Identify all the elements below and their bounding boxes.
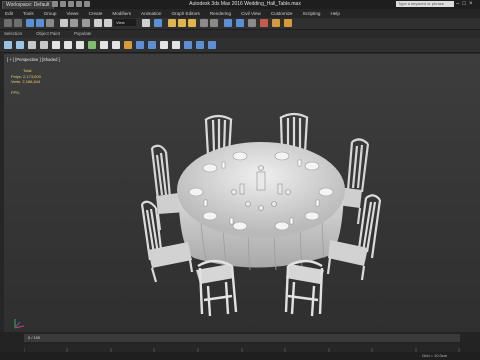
window-title: Autodesk 3ds Max 2016 Wedding_Hall_Table… [189, 1, 301, 7]
quick-access-toolbar [52, 1, 90, 8]
menu-create[interactable]: Create [84, 9, 108, 18]
menu-tools[interactable]: Tools [18, 9, 39, 18]
display-icon[interactable] [196, 41, 204, 49]
menu-bar: Edit Tools Group Views Create Modifiers … [0, 9, 480, 18]
material-editor-icon[interactable] [260, 19, 268, 27]
search-input[interactable]: Type a keyword or phrase [396, 1, 454, 7]
camera-icon[interactable] [112, 41, 120, 49]
new-file-icon[interactable] [52, 1, 58, 7]
menu-modifiers[interactable]: Modifiers [107, 9, 136, 18]
stats-polys-label: Polys: [11, 73, 22, 79]
angle-snap-icon[interactable] [178, 19, 186, 27]
ribbon-tabs: Selection Object Paint Populate [0, 30, 480, 38]
rotate-icon[interactable] [104, 19, 112, 27]
open-file-icon[interactable] [60, 1, 66, 7]
render-icon[interactable] [284, 19, 292, 27]
bind-spacewarp-icon[interactable] [46, 19, 54, 27]
viewport-label[interactable]: [ + ] [Perspective ] [Shaded ] [7, 57, 60, 62]
menu-views[interactable]: Views [61, 9, 83, 18]
sphere-icon[interactable] [52, 41, 60, 49]
select-by-name-icon[interactable] [70, 19, 78, 27]
curve-editor-icon[interactable] [236, 19, 244, 27]
undo-icon[interactable] [4, 19, 12, 27]
menu-help[interactable]: Help [325, 9, 344, 18]
link-icon[interactable] [26, 19, 34, 27]
selection-tool-icon[interactable] [28, 41, 36, 49]
menu-customize[interactable]: Customize [266, 9, 298, 18]
hierarchy-icon[interactable] [172, 41, 180, 49]
freeform-icon[interactable] [16, 41, 24, 49]
menu-edit[interactable]: Edit [0, 9, 18, 18]
align-icon[interactable] [210, 19, 218, 27]
systems-icon[interactable] [148, 41, 156, 49]
spacewarp-icon[interactable] [136, 41, 144, 49]
redo-icon[interactable] [14, 19, 22, 27]
select-region-icon[interactable] [82, 19, 90, 27]
table-model[interactable] [130, 100, 390, 330]
snap-icon[interactable] [168, 19, 176, 27]
axis-gizmo-icon [14, 319, 25, 329]
motion-icon[interactable] [184, 41, 192, 49]
schematic-icon[interactable] [248, 19, 256, 27]
secondary-toolbar [0, 38, 480, 53]
tab-object-paint[interactable]: Object Paint [36, 30, 60, 38]
main-toolbar: View [0, 18, 480, 30]
light-icon[interactable] [100, 41, 108, 49]
render-setup-icon[interactable] [272, 19, 280, 27]
percent-snap-icon[interactable] [188, 19, 196, 27]
view-dropdown[interactable]: View [114, 19, 136, 26]
track-bar[interactable] [24, 344, 460, 352]
box-icon[interactable] [64, 41, 72, 49]
close-icon[interactable]: × [469, 0, 473, 8]
stats-verts-row: Verts: 2,186,844 [11, 79, 41, 85]
helper-icon[interactable] [124, 41, 132, 49]
menu-graph-editors[interactable]: Graph Editors [166, 9, 204, 18]
pivot-icon[interactable] [154, 19, 162, 27]
modify-icon[interactable] [160, 41, 168, 49]
tab-selection[interactable]: Selection [4, 30, 22, 38]
status-bar [0, 352, 480, 360]
redo-icon[interactable] [84, 1, 90, 7]
chair-front-right[interactable] [284, 259, 324, 317]
menu-group[interactable]: Group [39, 9, 62, 18]
stats-polys-value: 2,173,000 [23, 73, 41, 79]
frame-counter: 0 / 100 [28, 335, 41, 340]
window-controls: – □ × [456, 0, 472, 8]
unlink-icon[interactable] [36, 19, 44, 27]
undo-icon[interactable] [76, 1, 82, 7]
layer-icon[interactable] [224, 19, 232, 27]
menu-scripting[interactable]: Scripting [298, 9, 326, 18]
menu-animation[interactable]: Animation [136, 9, 166, 18]
chair-front-left[interactable] [196, 259, 238, 317]
tab-populate[interactable]: Populate [74, 30, 91, 38]
teapot-icon[interactable] [88, 41, 96, 49]
graphite-tool-icon[interactable] [4, 41, 12, 49]
stats-fps-label: FPS: [11, 89, 20, 95]
grid-size-readout: Grid = 10.0cm [422, 353, 448, 358]
scale-icon[interactable] [142, 19, 150, 27]
menu-rendering[interactable]: Rendering [205, 9, 236, 18]
move-icon[interactable] [94, 19, 102, 27]
minimize-icon[interactable]: – [456, 0, 459, 8]
utilities-icon[interactable] [208, 41, 216, 49]
paint-tool-icon[interactable] [40, 41, 48, 49]
scene-stats: Total Polys: 2,173,000 Verts: 2,186,844 … [11, 68, 41, 95]
mirror-icon[interactable] [200, 19, 208, 27]
stats-verts-label: Verts: [11, 79, 22, 85]
cylinder-icon[interactable] [76, 41, 84, 49]
save-icon[interactable] [68, 1, 74, 7]
select-icon[interactable] [60, 19, 68, 27]
stats-verts-value: 2,186,844 [22, 79, 41, 85]
time-slider[interactable] [24, 334, 460, 342]
maximize-icon[interactable]: □ [462, 0, 466, 8]
menu-civil-view[interactable]: Civil View [236, 9, 266, 18]
